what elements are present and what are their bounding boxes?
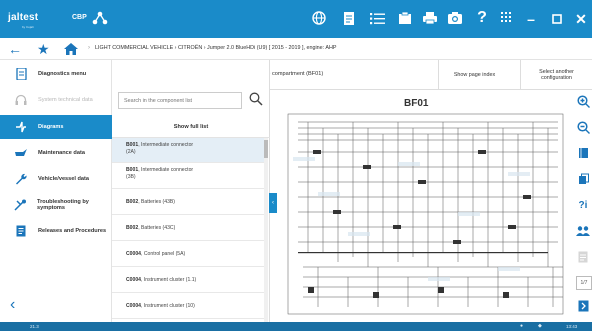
component-name: Instrument cluster (1.1) bbox=[143, 277, 197, 283]
sidebar-item-label: Diagnostics menu bbox=[38, 70, 87, 77]
component-code: C0004 bbox=[126, 277, 142, 283]
collapse-sidebar-icon[interactable]: ‹ bbox=[10, 296, 15, 314]
minimize-button[interactable]: – bbox=[518, 8, 544, 30]
documents-icon[interactable] bbox=[340, 9, 358, 27]
troubleshoot-icon bbox=[14, 198, 27, 212]
next-page-icon[interactable] bbox=[576, 300, 590, 314]
connection-icon[interactable] bbox=[92, 11, 108, 25]
notes-icon[interactable] bbox=[576, 251, 590, 265]
diagram-icon bbox=[14, 120, 28, 134]
list-item[interactable]: C0004, Control panel (5A) bbox=[112, 241, 264, 267]
component-code: B001 bbox=[126, 142, 139, 148]
component-sub: (3B) bbox=[126, 173, 136, 180]
close-button[interactable]: ✕ bbox=[568, 8, 592, 30]
maximize-button[interactable] bbox=[544, 8, 570, 30]
sidebar-item-troubleshooting[interactable]: Troubleshooting by symptoms bbox=[0, 193, 112, 217]
component-code: C0004 bbox=[126, 303, 142, 309]
list-item[interactable]: C0004, Instrument cluster (10) bbox=[112, 293, 264, 319]
sidebar-item-releases-procedures[interactable]: Releases and Procedures bbox=[0, 219, 112, 243]
show-full-list-button[interactable]: Show full list bbox=[112, 116, 270, 138]
component-code: B001 bbox=[126, 167, 139, 173]
bluetooth-icon: ● bbox=[520, 323, 524, 329]
oil-can-icon bbox=[14, 146, 28, 160]
sidebar-item-diagnostics-menu[interactable]: Diagnostics menu bbox=[0, 62, 112, 86]
book-icon[interactable] bbox=[576, 147, 590, 161]
clock-text: 13:43 bbox=[566, 324, 578, 329]
component-list: B001, Intermediate connector (2A) B001, … bbox=[112, 138, 264, 322]
headset-icon bbox=[14, 93, 28, 107]
printer-icon[interactable] bbox=[421, 9, 439, 27]
list-icon[interactable] bbox=[368, 9, 386, 27]
select-configuration-button[interactable]: Select another configuration bbox=[520, 60, 592, 90]
page-indicator[interactable]: 1/7 bbox=[576, 276, 592, 290]
component-name: Control panel (5A) bbox=[143, 251, 186, 257]
list-item[interactable]: B002, Batteries (43B) bbox=[112, 189, 264, 215]
back-arrow-icon[interactable]: ← bbox=[8, 41, 22, 57]
search-icon[interactable] bbox=[249, 92, 263, 106]
wrench-icon bbox=[14, 172, 28, 186]
component-sub: (2A) bbox=[126, 148, 136, 155]
navigation-bar: ← ★ › LIGHT COMMERCIAL VEHICLE › CITROËN… bbox=[0, 38, 592, 60]
list-item[interactable]: B002, Batteries (43C) bbox=[112, 215, 264, 241]
sidebar-item-label: Troubleshooting by symptoms bbox=[37, 198, 89, 212]
list-item[interactable]: B001, Intermediate connector (3B) bbox=[112, 163, 264, 189]
help-icon[interactable]: ? bbox=[473, 9, 491, 27]
component-name: Intermediate connector bbox=[141, 167, 194, 173]
status-bar: 21.3 ● ◆ 13:43 bbox=[0, 322, 592, 331]
component-code: B002 bbox=[126, 225, 139, 231]
sidebar-item-label: Releases and Procedures bbox=[38, 227, 107, 234]
app-logo-subtitle: by Cojali bbox=[22, 25, 34, 29]
list-scrollbar-thumb[interactable] bbox=[264, 140, 268, 158]
right-toolbar: ?i 1/7 bbox=[574, 90, 592, 322]
sidebar-item-maintenance-data[interactable]: Maintenance data bbox=[0, 141, 112, 165]
collapse-list-button[interactable]: ‹ bbox=[269, 193, 277, 213]
component-name: Batteries (43B) bbox=[141, 199, 176, 205]
globe-icon[interactable] bbox=[310, 9, 328, 27]
status-left-text: 21.3 bbox=[30, 324, 39, 329]
breadcrumb-separator: › bbox=[88, 45, 90, 51]
help-info-icon[interactable]: ?i bbox=[576, 199, 590, 213]
clipboard-icon[interactable] bbox=[396, 9, 414, 27]
sidebar-item-diagrams[interactable]: Diagrams bbox=[0, 115, 112, 139]
favorite-star-icon[interactable]: ★ bbox=[37, 41, 50, 57]
users-icon[interactable] bbox=[576, 225, 590, 239]
sidebar: Diagnostics menu System technical data D… bbox=[0, 60, 112, 322]
component-search-input[interactable] bbox=[118, 92, 242, 109]
list-item[interactable]: C0004, Instrument cluster (1.1) bbox=[112, 267, 264, 293]
component-code: B002 bbox=[126, 199, 139, 205]
diagnostics-icon bbox=[14, 67, 28, 81]
camera-icon[interactable] bbox=[446, 9, 464, 27]
sidebar-item-system-technical-data[interactable]: System technical data bbox=[0, 88, 112, 112]
home-icon[interactable] bbox=[64, 43, 78, 55]
sidebar-item-label: System technical data bbox=[38, 96, 93, 103]
list-scrollbar[interactable] bbox=[264, 138, 268, 322]
apps-grid-icon[interactable] bbox=[501, 12, 513, 24]
connection-status-icon: ◆ bbox=[538, 323, 542, 329]
sidebar-item-label: Vehicle/vessel data bbox=[38, 175, 89, 182]
app-logo: jaltest bbox=[8, 12, 39, 23]
component-code: C0004 bbox=[126, 251, 142, 257]
component-name: Intermediate connector bbox=[141, 142, 194, 148]
title-bar: jaltest by Cojali CBP ? – ✕ bbox=[0, 0, 592, 38]
wiring-diagram bbox=[287, 113, 564, 315]
watermark-pattern bbox=[293, 157, 530, 281]
sidebar-item-label: Diagrams bbox=[38, 123, 64, 130]
module-label: CBP bbox=[72, 14, 87, 21]
show-page-index-button[interactable]: Show page index bbox=[438, 60, 510, 90]
document-icon bbox=[14, 224, 28, 238]
copy-icon[interactable] bbox=[576, 173, 590, 187]
list-item[interactable]: B001, Intermediate connector (2A) bbox=[112, 138, 264, 163]
zoom-in-icon[interactable] bbox=[576, 95, 590, 109]
sidebar-item-label: Maintenance data bbox=[38, 149, 85, 156]
component-name: Batteries (43C) bbox=[141, 225, 176, 231]
wiring-diagram-viewer[interactable]: BF01 bbox=[278, 92, 572, 322]
diagram-label: BF01 bbox=[404, 98, 429, 109]
zoom-out-icon[interactable] bbox=[576, 121, 590, 135]
component-name: Instrument cluster (10) bbox=[143, 303, 195, 309]
sidebar-item-vehicle-vessel-data[interactable]: Vehicle/vessel data bbox=[0, 167, 112, 191]
breadcrumb[interactable]: LIGHT COMMERCIAL VEHICLE › CITROËN › Jum… bbox=[95, 45, 336, 51]
